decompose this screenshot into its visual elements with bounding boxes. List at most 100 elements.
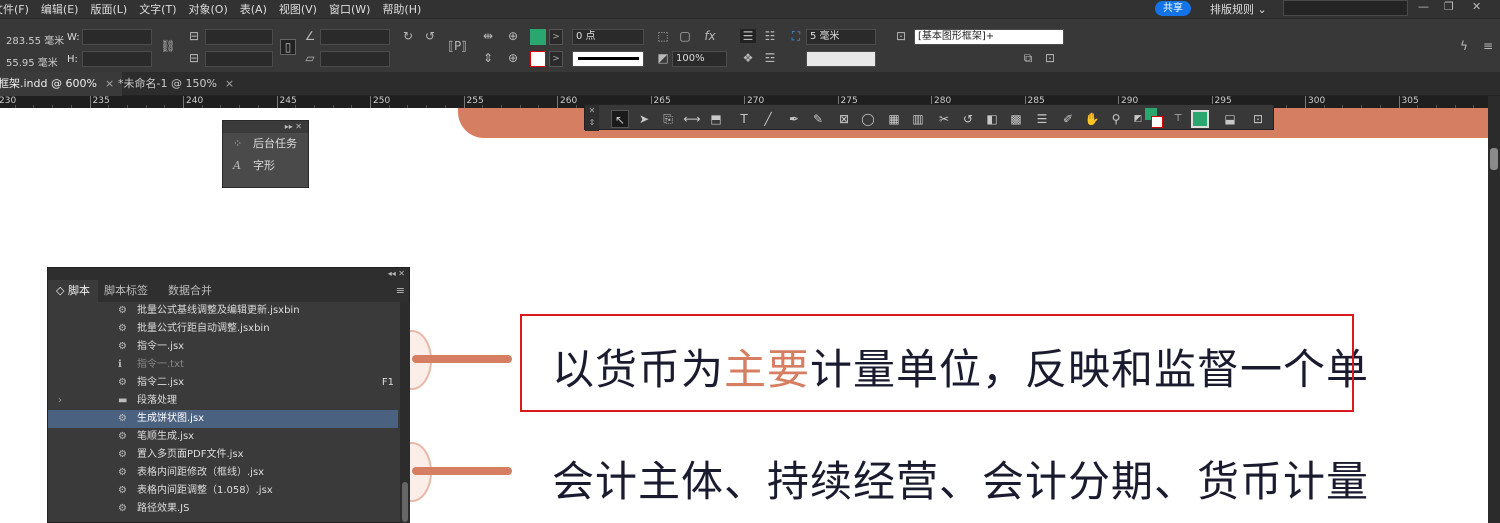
preview-mode-icon[interactable]: ⊡ (1249, 110, 1267, 128)
script-list-item[interactable]: ⚙ 置入多页面PDF文件.jsx (48, 446, 398, 464)
gap-tool-icon[interactable]: ⟷ (683, 110, 701, 128)
opacity-field[interactable]: 100% (672, 51, 727, 67)
flip-vertical-icon[interactable]: ⇕ (480, 51, 496, 65)
search-input[interactable] (1283, 0, 1408, 16)
scale-y-field[interactable] (205, 51, 273, 67)
y-value[interactable]: 55.95 毫米 (6, 54, 58, 69)
gap-field[interactable]: 5 毫米 (806, 29, 876, 45)
script-folder-item[interactable]: › ▬ 段落处理 (48, 392, 398, 410)
align-icon[interactable]: ⊕ (505, 29, 521, 43)
apply-color-icon[interactable] (1191, 110, 1209, 128)
tab-data-merge[interactable]: 数据合并 (160, 280, 220, 302)
script-list-item[interactable]: ⚙ 笔顺生成.jsx (48, 428, 398, 446)
scissors-tool-icon[interactable]: ✂ (935, 110, 953, 128)
close-icon[interactable]: × (225, 77, 234, 90)
text-wrap-icon[interactable]: ☰ (740, 29, 756, 43)
zoom-tool-icon[interactable]: ⚲ (1107, 110, 1125, 128)
script-list-item[interactable]: ⚙ 批量公式基线调整及编辑更新.jsxbin (48, 302, 398, 320)
panel-grip[interactable]: ✕ ⇕ (585, 105, 599, 131)
screen-mode-icon[interactable]: ⬓ (1221, 110, 1239, 128)
glyphs-item[interactable]: A 字形 (223, 155, 308, 177)
tab-untitled-doc[interactable]: *未命名-1 @ 150% × (110, 72, 242, 96)
x-value[interactable]: 283.55 毫米 (6, 32, 64, 47)
stroke-color-icon[interactable] (1151, 116, 1163, 128)
panel-header[interactable]: ▸▸ ✕ (223, 121, 308, 133)
quick-apply-icon[interactable]: ⊡ (1042, 51, 1058, 65)
minimize-button[interactable]: — (1418, 0, 1429, 13)
formatting-affects-icon[interactable]: ⊤ (1169, 110, 1187, 128)
script-list-item[interactable]: ⚙ 路径效果.JS (48, 500, 398, 518)
expand-chevron-icon[interactable]: › (58, 392, 62, 410)
object-style-select[interactable]: [基本图形框架]+ (914, 29, 1064, 45)
stroke-swatch[interactable] (530, 51, 546, 67)
constrain-link-icon[interactable]: ⛓ (160, 39, 176, 53)
panel-menu-icon[interactable]: ≡ (1480, 39, 1496, 53)
free-transform-tool-icon[interactable]: ↺ (959, 110, 977, 128)
style-preview[interactable] (806, 51, 876, 67)
stroke-dropdown[interactable]: > (549, 51, 563, 67)
menu-object[interactable]: 对象(O) (183, 1, 234, 17)
panel-scrollbar[interactable] (400, 302, 410, 523)
rectangle-frame-tool-icon[interactable]: ⊠ (835, 110, 853, 128)
auto-fit-icon[interactable]: ☲ (762, 51, 778, 65)
menu-layout[interactable]: 版面(L) (84, 1, 133, 17)
selected-text-frame[interactable] (520, 314, 1354, 412)
rotate-ccw-icon[interactable]: ↺ (422, 29, 438, 43)
content-aware-icon[interactable]: ❖ (740, 51, 756, 65)
grid-tool-icon[interactable]: ▥ (909, 110, 927, 128)
ellipse-tool-icon[interactable]: ◯ (859, 110, 877, 128)
scrollbar-thumb[interactable] (1490, 148, 1498, 170)
frame-fitting-icon[interactable]: ⬚ (655, 29, 671, 43)
distribute-icon[interactable]: ⊕ (505, 51, 521, 65)
script-list-item[interactable]: ⚙ 表格内间距修改（框线）.jsx (48, 464, 398, 482)
close-button[interactable]: ✕ (1472, 0, 1481, 13)
menu-file[interactable]: 文件(F) (0, 1, 35, 17)
panel-menu-icon[interactable]: ≡ (396, 284, 405, 297)
menu-help[interactable]: 帮助(H) (376, 1, 427, 17)
pencil-tool-icon[interactable]: ✎ (809, 110, 827, 128)
script-list-item[interactable]: ⚙ 指令二.jsx F1 (48, 374, 398, 392)
tab-scripts[interactable]: ◇ 脚本 (48, 280, 98, 302)
menu-view[interactable]: 视图(V) (273, 1, 323, 17)
line-tool-icon[interactable]: ╱ (759, 110, 777, 128)
note-tool-icon[interactable]: ☰ (1033, 110, 1051, 128)
gradient-swatch-tool-icon[interactable]: ◧ (983, 110, 1001, 128)
lightning-icon[interactable]: ϟ (1456, 39, 1472, 53)
tab-frame-doc[interactable]: 框架.indd @ 600% × (0, 72, 123, 96)
text-wrap-bbox-icon[interactable]: ☷ (762, 29, 778, 43)
type-tool-icon[interactable]: T (735, 110, 753, 128)
direct-selection-tool-icon[interactable]: ➤ (635, 110, 653, 128)
gradient-feather-tool-icon[interactable]: ▩ (1007, 110, 1025, 128)
share-button[interactable]: 共享 (1155, 1, 1191, 16)
script-list-item[interactable]: ℹ 指令一.txt (48, 356, 398, 374)
rotate-cw-icon[interactable]: ↻ (400, 29, 416, 43)
panel-header[interactable]: ◂◂ ✕ (48, 268, 409, 280)
proxy-icon[interactable]: ▯ (280, 39, 296, 55)
script-list-item[interactable]: ⚙ 生成饼状图.jsx (48, 410, 398, 428)
body-text-line-2[interactable]: 会计主体、持续经营、会计分期、货币计量 (552, 448, 1369, 509)
height-field[interactable] (82, 51, 152, 67)
background-tasks-item[interactable]: ⁘ 后台任务 (223, 133, 308, 155)
shadow-icon[interactable]: ◩ (655, 51, 671, 65)
stroke-weight-field[interactable]: 0 点 (572, 29, 644, 45)
scale-x-field[interactable] (205, 29, 273, 45)
script-list-item[interactable]: ⚙ 批量公式行距自动调整.jsxbin (48, 320, 398, 338)
menu-edit[interactable]: 编辑(E) (35, 1, 85, 17)
content-collector-icon[interactable]: ⬒ (707, 110, 725, 128)
flip-horizontal-icon[interactable]: ⇹ (480, 29, 496, 43)
width-field[interactable] (82, 29, 152, 45)
fx-effects-icon[interactable]: fx (702, 29, 718, 43)
maximize-button[interactable]: ❐ (1444, 0, 1454, 13)
scrollbar-thumb[interactable] (402, 482, 408, 522)
rotate-angle-field[interactable] (320, 29, 390, 45)
script-list-item[interactable]: ⚙ 指令一.jsx (48, 338, 398, 356)
selection-tool-icon[interactable]: ↖ (611, 110, 629, 128)
menu-window[interactable]: 窗口(W) (323, 1, 376, 17)
menu-table[interactable]: 表(A) (234, 1, 273, 17)
stroke-type-select[interactable] (572, 51, 644, 67)
fill-swatch[interactable] (530, 29, 546, 45)
frame-square-icon[interactable]: ▢ (677, 29, 693, 43)
vertical-scrollbar[interactable] (1488, 96, 1500, 523)
fill-dropdown[interactable]: > (549, 29, 563, 45)
table-tool-icon[interactable]: ▦ (885, 110, 903, 128)
